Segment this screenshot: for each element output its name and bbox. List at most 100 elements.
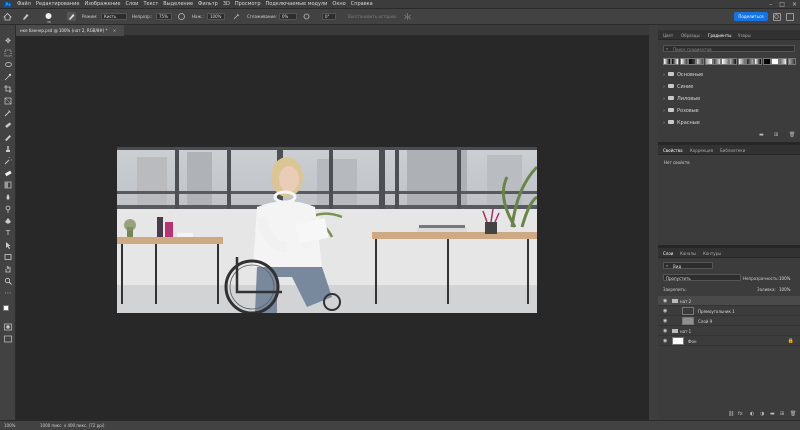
gradient-swatch[interactable] [712, 58, 721, 65]
delete-icon[interactable]: 🗑 [790, 411, 796, 417]
fill-value[interactable]: 100% [779, 287, 790, 292]
menu-filter[interactable]: Фильтр [198, 1, 218, 7]
menu-image[interactable]: Изображение [84, 1, 120, 7]
gradient-folder-reds[interactable]: › Красные [663, 120, 700, 126]
history-brush-tool-icon[interactable] [4, 155, 14, 165]
workspace-icon[interactable] [786, 13, 794, 21]
eye-icon[interactable]: ◉ [663, 298, 667, 304]
gradient-folder-pinks[interactable]: › Розовые [663, 108, 699, 114]
mode-select[interactable]: Кисть [101, 13, 127, 20]
restore-history-label[interactable]: Восстановить историю [348, 14, 396, 19]
gradient-swatch[interactable] [754, 58, 763, 65]
pen-tool-icon[interactable] [4, 217, 12, 225]
frame-tool-icon[interactable] [4, 97, 12, 105]
gradient-swatch[interactable] [687, 58, 696, 65]
angle-input[interactable]: 0° [322, 13, 336, 20]
delete-icon[interactable]: 🗑 [789, 132, 795, 138]
new-layer-icon[interactable]: ⊞ [780, 411, 784, 417]
blend-mode-select[interactable]: Пропустить [663, 274, 741, 281]
new-group-icon[interactable]: ▬ [770, 411, 775, 417]
symmetry-icon[interactable] [403, 12, 412, 21]
menu-select[interactable]: Выделение [163, 1, 193, 7]
gradient-folder-purples[interactable]: › Лиловые [663, 96, 700, 102]
move-tool-icon[interactable]: ✥ [4, 37, 12, 45]
gradient-swatch[interactable] [671, 58, 680, 65]
gradient-swatch[interactable] [746, 58, 754, 65]
tab-adjustments[interactable]: Коррекция [690, 148, 713, 153]
mask-icon[interactable]: ◐ [750, 411, 754, 417]
search-icon[interactable] [773, 13, 781, 21]
dodge-tool-icon[interactable] [4, 205, 12, 213]
gradient-swatch[interactable] [704, 58, 713, 65]
minimize-icon[interactable]: – [769, 1, 772, 8]
gradient-swatch[interactable] [729, 58, 738, 65]
new-gradient-icon[interactable]: ⊞ [774, 132, 778, 138]
brush-settings-icon[interactable] [67, 12, 76, 21]
layer-row[interactable]: ◉ Слой 9 [658, 316, 800, 326]
menu-view[interactable]: Просмотр [235, 1, 261, 7]
home-icon[interactable] [3, 12, 12, 21]
tab-paths[interactable]: Контуры [703, 251, 721, 256]
zoom-level[interactable]: 100% [4, 423, 15, 428]
document-tab[interactable]: нке баннер.psd @ 100% (нат 2, RGB/8#) * … [16, 25, 124, 36]
menu-3d[interactable]: 3D [223, 1, 230, 7]
gradient-swatch[interactable] [779, 58, 788, 65]
hand-tool-icon[interactable] [4, 265, 12, 273]
share-button[interactable]: Поделиться [734, 12, 768, 21]
healing-brush-tool-icon[interactable] [4, 121, 12, 129]
gradient-folder-blues[interactable]: › Синие [663, 84, 693, 90]
eye-icon[interactable]: ◉ [663, 328, 667, 334]
menu-file[interactable]: Файл [17, 1, 31, 7]
layer-row[interactable]: ◉ нат 1 [658, 326, 800, 336]
airbrush-icon[interactable] [232, 12, 241, 21]
gradient-search-input[interactable]: ⌕ Поиск градиентов [663, 45, 795, 52]
layer-row[interactable]: ◉ Прямоугольник 1 [658, 306, 800, 316]
adjustment-icon[interactable]: ◑ [760, 411, 764, 417]
gradient-swatch[interactable] [721, 58, 730, 65]
gradient-swatch[interactable] [679, 58, 688, 65]
maximize-icon[interactable]: □ [779, 1, 785, 8]
gradient-swatch[interactable] [770, 58, 779, 65]
tab-channels[interactable]: Каналы [680, 251, 696, 256]
smoothing-input[interactable]: 0% [279, 13, 297, 20]
gradient-tool-icon[interactable] [4, 181, 12, 189]
layer-opacity-value[interactable]: 100% [779, 276, 790, 281]
eraser-tool-icon[interactable] [4, 169, 12, 177]
gradient-swatch[interactable] [696, 58, 705, 65]
tab-layers[interactable]: Слои [663, 251, 673, 256]
quick-select-tool-icon[interactable] [4, 73, 12, 81]
opacity-input[interactable]: 75% [156, 13, 172, 20]
brush-tool-icon[interactable] [21, 12, 30, 21]
lasso-tool-icon[interactable] [4, 61, 12, 69]
gradient-swatch[interactable] [663, 58, 671, 65]
eyedropper-tool-icon[interactable] [4, 109, 12, 117]
brush-tool-icon-side[interactable] [4, 133, 12, 141]
more-tools-icon[interactable]: ⋯ [4, 289, 12, 297]
path-selection-tool-icon[interactable] [4, 241, 12, 249]
flow-input[interactable]: 100% [207, 13, 225, 20]
clone-stamp-tool-icon[interactable] [4, 145, 12, 153]
quick-mask-icon[interactable] [4, 323, 12, 331]
pressure-opacity-icon[interactable] [177, 12, 186, 21]
eye-icon[interactable]: ◉ [663, 338, 667, 344]
screen-mode-icon[interactable] [4, 335, 12, 343]
rectangle-tool-icon[interactable] [4, 253, 12, 261]
eye-icon[interactable]: ◉ [663, 318, 667, 324]
tab-swatches[interactable]: Образцы [681, 33, 700, 38]
gradient-folder-basics[interactable]: › Основные [663, 72, 703, 78]
menu-text[interactable]: Текст [143, 1, 158, 7]
menu-help[interactable]: Справка [351, 1, 373, 7]
layer-filter-select[interactable]: ⌕ Вид [663, 262, 713, 269]
menu-edit[interactable]: Редактирование [36, 1, 80, 7]
gradient-swatch[interactable] [737, 58, 746, 65]
marquee-tool-icon[interactable] [4, 49, 12, 57]
gradient-swatch[interactable] [787, 58, 796, 65]
type-tool-icon[interactable]: T [4, 229, 12, 237]
layer-row[interactable]: ◉ нат 2 [658, 296, 800, 306]
menu-window[interactable]: Окно [332, 1, 345, 7]
tab-patterns[interactable]: Узоры [738, 33, 751, 38]
tab-properties[interactable]: Свойства [663, 148, 683, 153]
menu-layers[interactable]: Слои [125, 1, 138, 7]
tab-libraries[interactable]: Библиотеки [720, 148, 745, 153]
close-tab-icon[interactable]: × [113, 28, 116, 33]
